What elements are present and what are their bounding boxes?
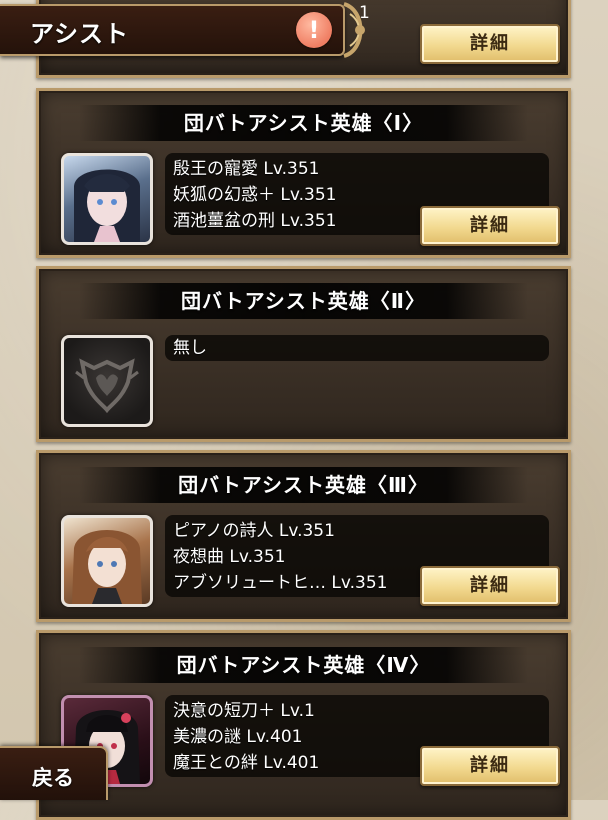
assist-slot-4: 団バトアシスト英雄〈Ⅳ〉 決意の短刀＋ Lv.1 美濃の謎 Lv.401 魔王と…: [36, 630, 571, 820]
skill-item: ピアノの詩人 Lv.351: [173, 521, 335, 541]
header-bar: アシスト !: [0, 0, 372, 62]
hero-avatar-icon: [74, 169, 140, 242]
back-button-label: 戻る: [32, 766, 74, 790]
slot-title: 団バトアシスト英雄〈Ⅳ〉: [176, 653, 431, 677]
hero-portrait[interactable]: [61, 515, 153, 607]
skill-item: 殷王の寵愛 Lv.351: [173, 159, 320, 179]
hero-portrait[interactable]: [61, 153, 153, 245]
detail-button-slot-3[interactable]: 詳細: [420, 566, 560, 606]
slot-title: 団バトアシスト英雄〈Ⅰ〉: [183, 111, 424, 135]
skill-item: 決意の短刀＋ Lv.1: [173, 701, 315, 721]
skill-item-none: 無し: [173, 338, 207, 358]
back-button[interactable]: 戻る: [0, 746, 108, 800]
empty-slot-crest-icon: [75, 358, 139, 414]
assist-slot-2: 団バトアシスト英雄〈Ⅱ〉 無し: [36, 266, 571, 442]
skill-item: 妖狐の幻惑＋ Lv.351: [173, 185, 337, 205]
slot-title: 団バトアシスト英雄〈Ⅱ〉: [181, 289, 426, 313]
ornament-icon: [343, 2, 365, 58]
notice-badge[interactable]: !: [296, 12, 332, 48]
page-title: アシスト: [30, 20, 130, 48]
slot-title: 団バトアシスト英雄〈Ⅲ〉: [178, 473, 429, 497]
exclamation-icon: !: [308, 16, 320, 44]
detail-button-top[interactable]: 詳細: [420, 24, 560, 64]
detail-button-slot-1[interactable]: 詳細: [420, 206, 560, 246]
detail-button-slot-4[interactable]: 詳細: [420, 746, 560, 786]
skill-list: 無し: [165, 335, 549, 361]
hero-avatar-icon: [72, 530, 142, 604]
empty-portrait[interactable]: [61, 335, 153, 427]
